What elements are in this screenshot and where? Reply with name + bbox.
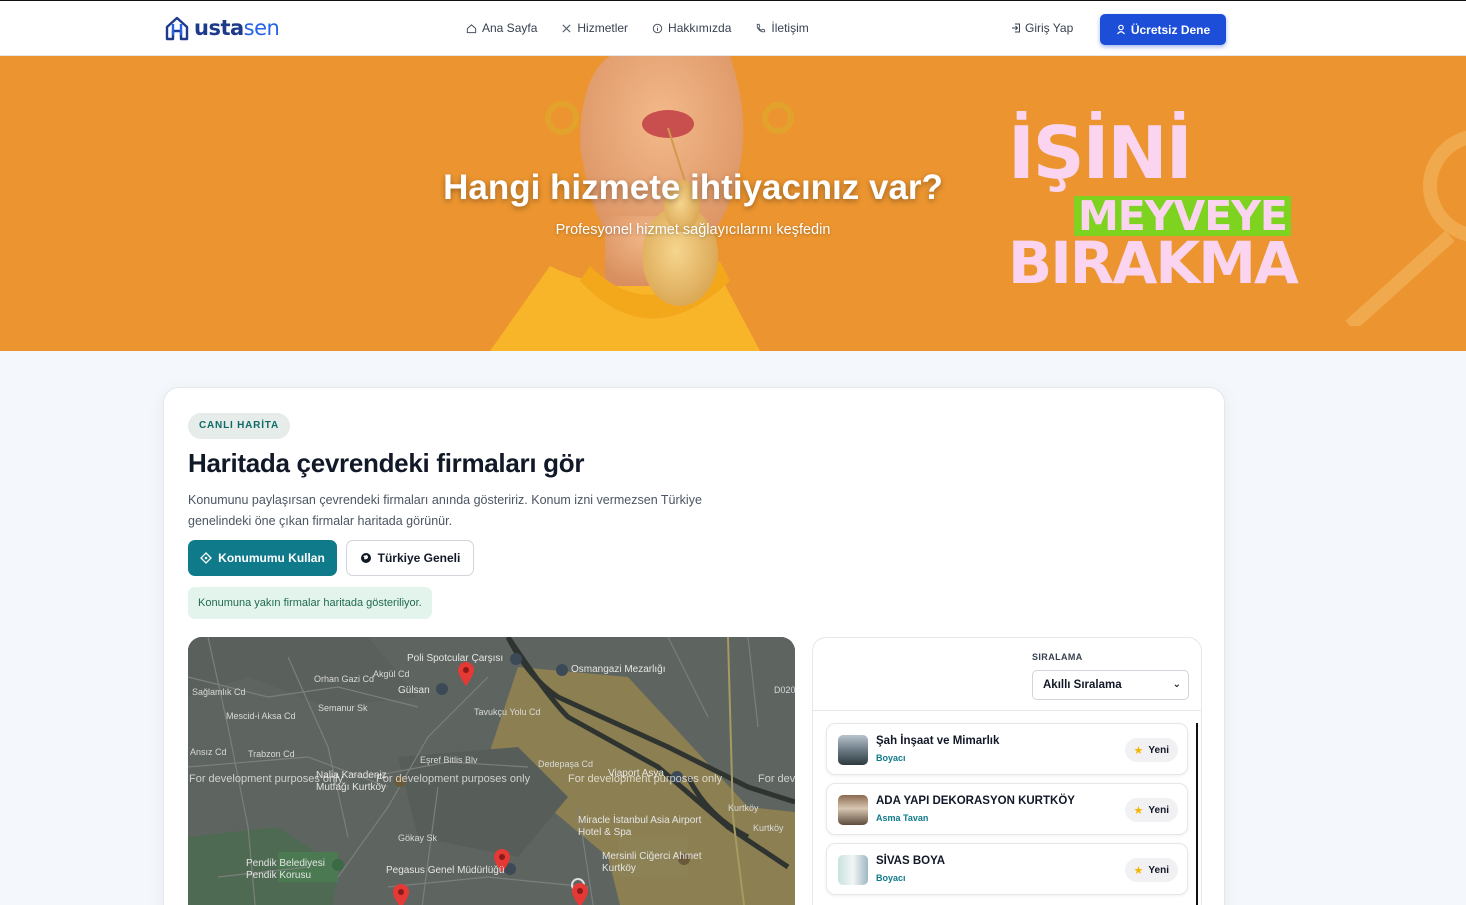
dev-notice: For development purposes only <box>376 773 531 785</box>
map-pin-icon[interactable] <box>457 661 475 687</box>
map-label: Pegasus Genel Müdürlüğü <box>386 865 505 876</box>
new-badge-label: Yeni <box>1148 804 1169 816</box>
live-map-badge: CANLI HARİTA <box>188 413 290 439</box>
sort-select[interactable]: Akıllı Sıralama ⌄ <box>1032 670 1189 700</box>
promo-line-1: İŞİNİ <box>1008 111 1192 195</box>
sort-select-value: Akıllı Sıralama <box>1043 679 1122 691</box>
logo-house-icon <box>165 16 189 41</box>
star-icon: ★ <box>1133 804 1144 817</box>
dev-notice: For development purposes only <box>568 773 723 785</box>
locate-icon <box>200 552 213 564</box>
map-label: Eşref Bitlis Blv <box>420 755 478 765</box>
globe-icon <box>360 553 371 563</box>
map-label: Gökay Sk <box>398 833 438 843</box>
logo-usta: usta <box>194 16 244 40</box>
company-thumbnail <box>838 855 868 885</box>
company-name: SİVAS BOYA <box>876 855 946 867</box>
new-badge: ★ Yeni <box>1124 738 1178 762</box>
new-badge-label: Yeni <box>1148 864 1169 876</box>
map-label: Orhan Gazi Cd <box>314 674 375 684</box>
dev-notice: For development purposes only <box>758 773 795 785</box>
map-view[interactable]: Poli Spotcular Çarşısı Osmangazi Mezarlı… <box>188 637 795 905</box>
map-label: Dedepaşa Cd <box>538 759 594 769</box>
login-link[interactable]: Giriş Yap <box>1011 21 1073 35</box>
list-scrollbar[interactable] <box>1196 723 1198 905</box>
star-icon: ★ <box>1133 744 1144 757</box>
nav-contact-label: İletişim <box>771 21 809 35</box>
user-plus-icon <box>1116 24 1125 35</box>
nav-home[interactable]: Ana Sayfa <box>466 21 537 35</box>
list-item[interactable]: SİVAS BOYA Boyacı ★ Yeni <box>826 843 1188 895</box>
chevron-down-icon: ⌄ <box>1172 679 1181 690</box>
nav-services[interactable]: Hizmetler <box>561 21 628 35</box>
map-label: Trabzon Cd <box>248 749 295 759</box>
nav-about[interactable]: Hakkımızda <box>652 21 731 35</box>
top-nav: ustasen Ana Sayfa Hizmetler Hakkımızda İ… <box>0 0 1466 56</box>
login-icon <box>1012 23 1020 33</box>
new-badge-label: Yeni <box>1148 744 1169 756</box>
map-pin-icon[interactable] <box>571 882 589 905</box>
company-name: ADA YAPI DEKORASYON KURTKÖY <box>876 795 1075 807</box>
map-label: Kurtköy <box>728 803 759 813</box>
use-location-button[interactable]: Konumumu Kullan <box>188 540 337 576</box>
free-trial-button[interactable]: Ücretsiz Dene <box>1100 14 1226 45</box>
section-title: Haritada çevrendeki firmaları gör <box>188 448 585 478</box>
map-label: Ansız Cd <box>190 747 227 757</box>
list-item[interactable]: ADA YAPI DEKORASYON KURTKÖY Asma Tavan ★… <box>826 783 1188 835</box>
home-icon <box>466 23 477 33</box>
divider <box>813 710 1201 711</box>
nav-about-label: Hakkımızda <box>668 21 732 35</box>
company-category: Boyacı <box>876 753 906 763</box>
nav-contact[interactable]: İletişim <box>755 21 809 35</box>
map-label: Kurtköy <box>753 823 784 833</box>
hero-banner: Hangi hizmete ihtiyacınız var? Profesyon… <box>0 56 1466 351</box>
new-badge: ★ Yeni <box>1124 858 1178 882</box>
nav-links: Ana Sayfa Hizmetler Hakkımızda İletişim <box>466 21 809 35</box>
decorative-shape <box>1345 130 1466 326</box>
list-item[interactable]: Şah İnşaat ve Mimarlık Boyacı ★ Yeni <box>826 723 1188 775</box>
login-label: Giriş Yap <box>1025 21 1074 35</box>
info-icon <box>652 23 663 33</box>
company-category: Boyacı <box>876 873 906 883</box>
company-thumbnail <box>838 735 868 765</box>
map-label: Tavukçu Yolu Cd <box>474 707 541 717</box>
nav-home-label: Ana Sayfa <box>482 21 538 35</box>
map-label: Sağlamlık Cd <box>192 687 246 697</box>
map-label: Mersinli Ciğerci Ahmet Kurtköy <box>602 851 702 874</box>
logo[interactable]: ustasen <box>164 15 280 41</box>
free-trial-label: Ücretsiz Dene <box>1130 22 1211 37</box>
map-label: Akgül Cd <box>373 669 410 679</box>
sort-label: SIRALAMA <box>1032 652 1083 662</box>
company-category: Asma Tavan <box>876 813 929 823</box>
map-label: Mescid-i Aksa Cd <box>226 711 296 721</box>
promo-slogan: İŞİNİ MEYVEYE BIRAKMA <box>1008 111 1299 296</box>
logo-sen: sen <box>243 16 280 40</box>
map-label: Pendik Belediyesi Pendik Korusu <box>246 858 325 881</box>
turkey-wide-label: Türkiye Geneli <box>377 551 461 565</box>
tools-icon <box>562 23 571 33</box>
company-thumbnail <box>838 795 868 825</box>
section-description: Konumunu paylaşırsan çevrendeki firmalar… <box>188 493 702 528</box>
use-location-label: Konumumu Kullan <box>218 551 325 565</box>
phone-icon <box>757 23 766 32</box>
promo-line-3: BIRAKMA <box>1008 229 1299 297</box>
map-label: Miracle İstanbul Asia Airport Hotel & Sp… <box>578 815 702 838</box>
map-label: Poli Spotcular Çarşısı <box>407 653 504 664</box>
live-map-card: CANLI HARİTA Haritada çevrendeki firmala… <box>163 387 1225 905</box>
company-list-panel: SIRALAMA Akıllı Sıralama ⌄ Şah İnşaat ve… <box>812 637 1202 905</box>
location-status: Konumuna yakın firmalar haritada gösteri… <box>188 587 432 619</box>
map-label: Gülsan <box>398 685 430 696</box>
new-badge: ★ Yeni <box>1124 798 1178 822</box>
nav-services-label: Hizmetler <box>577 21 629 35</box>
dev-notice: For development purposes only <box>189 773 344 785</box>
company-name: Şah İnşaat ve Mimarlık <box>876 735 1000 747</box>
map-label: Osmangazi Mezarlığı <box>571 664 666 675</box>
map-label: D020 <box>774 685 795 695</box>
map-label: Semanur Sk <box>318 703 368 713</box>
star-icon: ★ <box>1133 864 1144 877</box>
turkey-wide-button[interactable]: Türkiye Geneli <box>346 540 474 576</box>
map-pin-icon[interactable] <box>392 883 410 905</box>
